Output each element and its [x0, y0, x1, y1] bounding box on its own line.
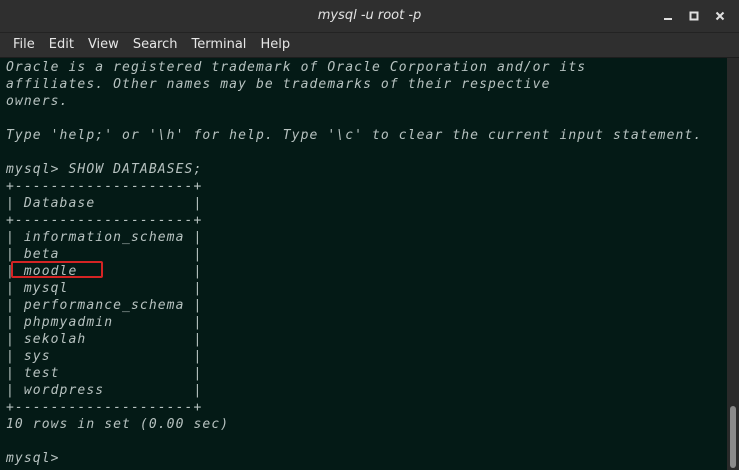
terminal-line: +--------------------+ [6, 213, 203, 228]
title-bar[interactable]: mysql -u root -p [0, 0, 739, 33]
terminal-line: | Database | [6, 196, 203, 211]
close-button[interactable] [709, 5, 731, 27]
terminal-line: | sys | [6, 349, 203, 364]
close-icon [715, 11, 725, 21]
moodle-highlight-annotation [11, 261, 103, 278]
terminal-line: owners. [6, 94, 69, 109]
terminal-line: Oracle is a registered trademark of Orac… [6, 60, 587, 75]
maximize-icon [689, 11, 699, 21]
menu-help[interactable]: Help [253, 33, 297, 57]
terminal-line: | mysql | [6, 281, 203, 296]
maximize-button[interactable] [683, 5, 705, 27]
terminal-line: +--------------------+ [6, 400, 203, 415]
terminal-line: | phpmyadmin | [6, 315, 203, 330]
terminal-line: | sekolah | [6, 332, 203, 347]
menu-edit[interactable]: Edit [42, 33, 81, 57]
terminal-line: affiliates. Other names may be trademark… [6, 77, 551, 92]
minimize-icon [664, 18, 672, 20]
scrollbar-thumb[interactable] [730, 406, 736, 468]
menu-view[interactable]: View [81, 33, 126, 57]
terminal-line: | information_schema | [6, 230, 203, 245]
terminal-output[interactable]: Oracle is a registered trademark of Orac… [0, 58, 727, 470]
terminal-window: mysql -u root -p File Edit View Search T… [0, 0, 739, 470]
window-controls [657, 0, 731, 32]
window-title: mysql -u root -p [317, 8, 422, 23]
terminal-line: | wordpress | [6, 383, 203, 398]
terminal-scrollbar[interactable] [727, 58, 739, 470]
terminal-line: mysql> SHOW DATABASES; [6, 162, 203, 177]
terminal-line: | performance_schema | [6, 298, 203, 313]
terminal-line: +--------------------+ [6, 179, 203, 194]
menu-file[interactable]: File [0, 33, 42, 57]
terminal-line: 10 rows in set (0.00 sec) [6, 417, 230, 432]
terminal-prompt: mysql> [6, 451, 69, 466]
menu-bar: File Edit View Search Terminal Help [0, 33, 739, 58]
terminal-line: | test | [6, 366, 203, 381]
menu-terminal[interactable]: Terminal [184, 33, 253, 57]
terminal-line: Type 'help;' or '\h' for help. Type '\c'… [6, 128, 703, 143]
minimize-button[interactable] [657, 5, 679, 27]
menu-search[interactable]: Search [126, 33, 185, 57]
